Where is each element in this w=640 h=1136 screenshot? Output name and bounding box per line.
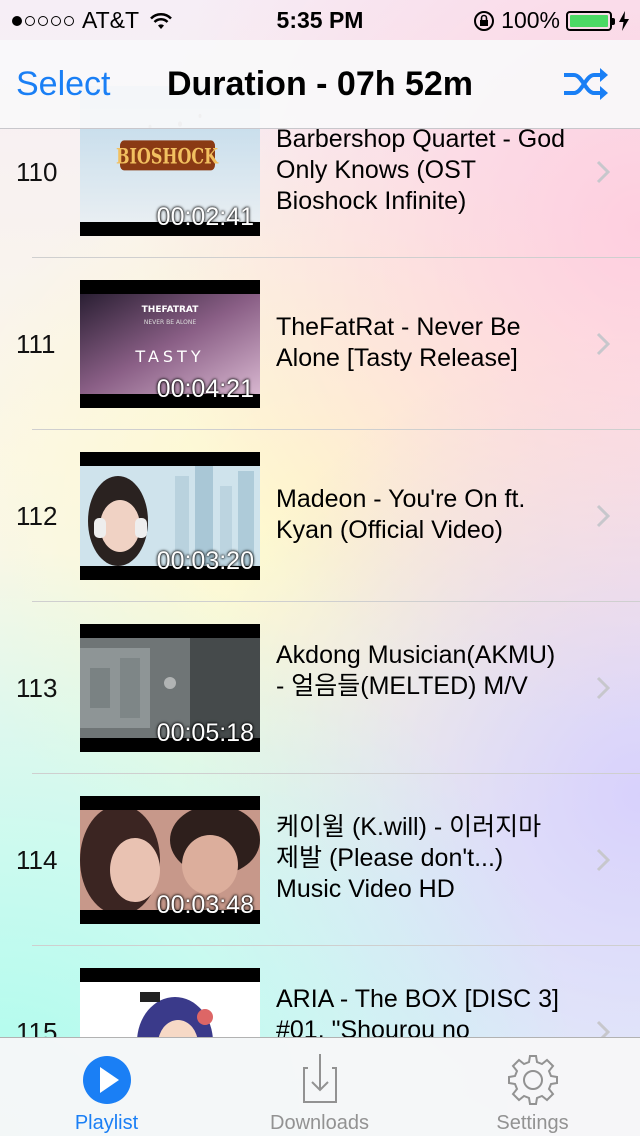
shuffle-icon[interactable]: [562, 66, 610, 102]
video-duration: 00:03:48: [156, 891, 254, 919]
video-title: TheFatRat - Never Be Alone [Tasty Releas…: [276, 313, 521, 372]
status-right: 100%: [473, 7, 630, 34]
item-number: 112: [16, 501, 58, 531]
battery-percent: 100%: [501, 7, 560, 33]
fatrat-logo-text: THEFATRAT: [142, 305, 200, 315]
video-title: Akdong Musician(AKMU) - 얼음들(MELTED) M/V: [276, 641, 556, 700]
navigation-bar: Select Duration - 07h 52m: [0, 40, 640, 129]
video-duration: 00:04:21: [156, 375, 254, 403]
chevron-right-icon: [596, 160, 610, 184]
item-number: 113: [16, 673, 58, 703]
video-duration: 00:02:41: [156, 203, 254, 231]
video-title: 케이윌 (K.will) - 이러지마 제발 (Please don't...)…: [276, 813, 542, 903]
tasty-logo-text: TASTY: [134, 347, 204, 366]
video-thumbnail: [80, 968, 260, 1038]
aria-thumbnail-image: [80, 982, 260, 1038]
gear-icon: [507, 1055, 558, 1105]
chevron-right-icon: [596, 504, 610, 528]
item-number: 114: [16, 845, 58, 875]
video-duration: 00:05:18: [156, 719, 254, 747]
chevron-right-icon: [596, 332, 610, 356]
charging-bolt-icon: [619, 10, 629, 31]
item-number: 111: [16, 329, 56, 359]
video-thumbnail: THEFATRAT NEVER BE ALONE TASTY 00:04:21: [80, 280, 260, 408]
status-bar: AT&T 5:35 PM 100%: [0, 0, 640, 40]
tab-playlist[interactable]: Playlist: [0, 1038, 213, 1136]
page-title: Duration - 07h 52m: [166, 65, 474, 103]
item-number: 115: [16, 1017, 58, 1038]
tab-downloads[interactable]: Downloads: [213, 1038, 426, 1136]
video-title: ARIA - The BOX [DISC 3] #01. "Shourou no: [276, 985, 559, 1038]
tab-settings[interactable]: Settings: [426, 1038, 639, 1136]
video-title: Madeon - You're On ft. Kyan (Official Vi…: [276, 485, 526, 544]
tab-downloads-label: Downloads: [270, 1112, 369, 1134]
playlist-list: 110 BIOSHOCK 00:02:41 Barbershop Quartet…: [0, 86, 640, 1038]
list-item[interactable]: 111 THEFATRAT NEVER BE ALONE TASTY 00:04…: [0, 258, 640, 430]
video-thumbnail: 00:05:18: [80, 624, 260, 752]
video-thumbnail: 00:03:48: [80, 796, 260, 924]
play-circle-icon: [82, 1056, 131, 1104]
download-tray-icon: [302, 1054, 337, 1103]
battery-icon: [566, 10, 615, 31]
bioshock-logo-text: BIOSHOCK: [116, 143, 219, 169]
list-item[interactable]: 114 00:03:48 케이윌 (K.will) - 이러지마 제발 (Ple…: [0, 774, 640, 946]
video-title: Barbershop Quartet - God Only Knows (OST…: [276, 125, 566, 215]
tab-playlist-label: Playlist: [74, 1112, 139, 1134]
tab-bar: Playlist Downloads Settings: [0, 1037, 640, 1136]
list-item[interactable]: 115 ARIA - The BOX [DISC 3] #01. "Shouro…: [0, 946, 640, 1038]
video-thumbnail: 00:03:20: [80, 452, 260, 580]
rotation-lock-icon: [474, 10, 495, 31]
fatrat-subtitle-text: NEVER BE ALONE: [144, 319, 197, 326]
chevron-right-icon: [596, 676, 610, 700]
chevron-right-icon: [596, 848, 610, 872]
list-item[interactable]: 113 00:05:18 Akdong Musician(AKMU) - 얼음들…: [0, 602, 640, 774]
tab-settings-label: Settings: [496, 1112, 569, 1134]
chevron-right-icon: [596, 1020, 610, 1038]
list-item[interactable]: 112 00:03:20 Madeon - You're On ft. Kyan…: [0, 430, 640, 602]
video-duration: 00:03:20: [156, 547, 254, 575]
